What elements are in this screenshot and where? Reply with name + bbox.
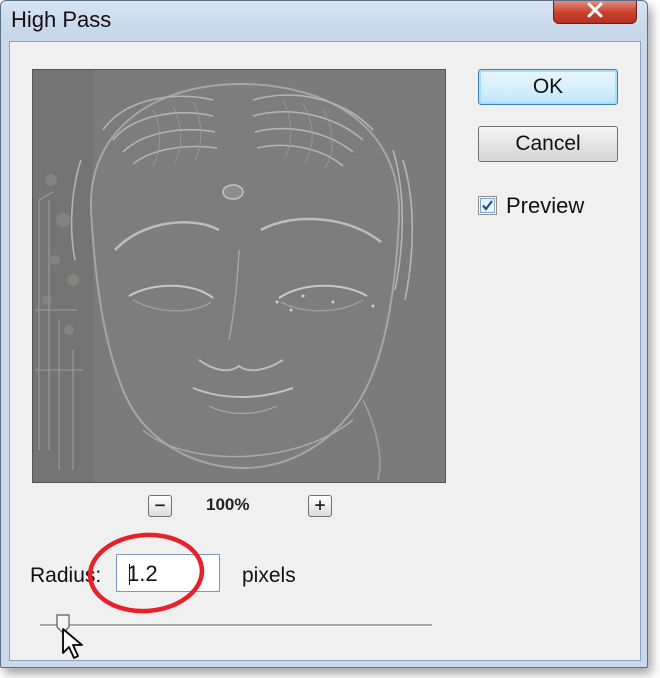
- zoom-out-button[interactable]: −: [148, 495, 172, 517]
- high-pass-dialog: High Pass − 100% + OK Cancel Preview Rad…: [0, 0, 648, 668]
- zoom-in-icon: +: [313, 496, 327, 514]
- title-bar[interactable]: High Pass: [1, 1, 647, 39]
- preview-checkbox[interactable]: [478, 196, 497, 215]
- high-pass-face-image: [33, 70, 445, 482]
- preview-label[interactable]: Preview: [506, 193, 584, 219]
- dialog-client-area: − 100% + OK Cancel Preview Radius: 1.2 p…: [9, 41, 641, 661]
- zoom-level: 100%: [206, 495, 250, 514]
- filter-preview[interactable]: [32, 69, 446, 483]
- zoom-out-icon: −: [153, 496, 167, 514]
- cancel-button[interactable]: Cancel: [478, 126, 618, 162]
- ok-button[interactable]: OK: [478, 69, 618, 105]
- radius-unit-label: pixels: [242, 564, 296, 587]
- close-icon: [587, 2, 603, 18]
- radius-slider-track[interactable]: [40, 624, 432, 627]
- annotation-circle: [87, 532, 205, 614]
- zoom-in-button[interactable]: +: [308, 495, 332, 517]
- checkmark-icon: [480, 198, 495, 213]
- dialog-title: High Pass: [11, 7, 112, 32]
- close-button[interactable]: [553, 1, 637, 24]
- mouse-pointer-icon: [62, 628, 83, 659]
